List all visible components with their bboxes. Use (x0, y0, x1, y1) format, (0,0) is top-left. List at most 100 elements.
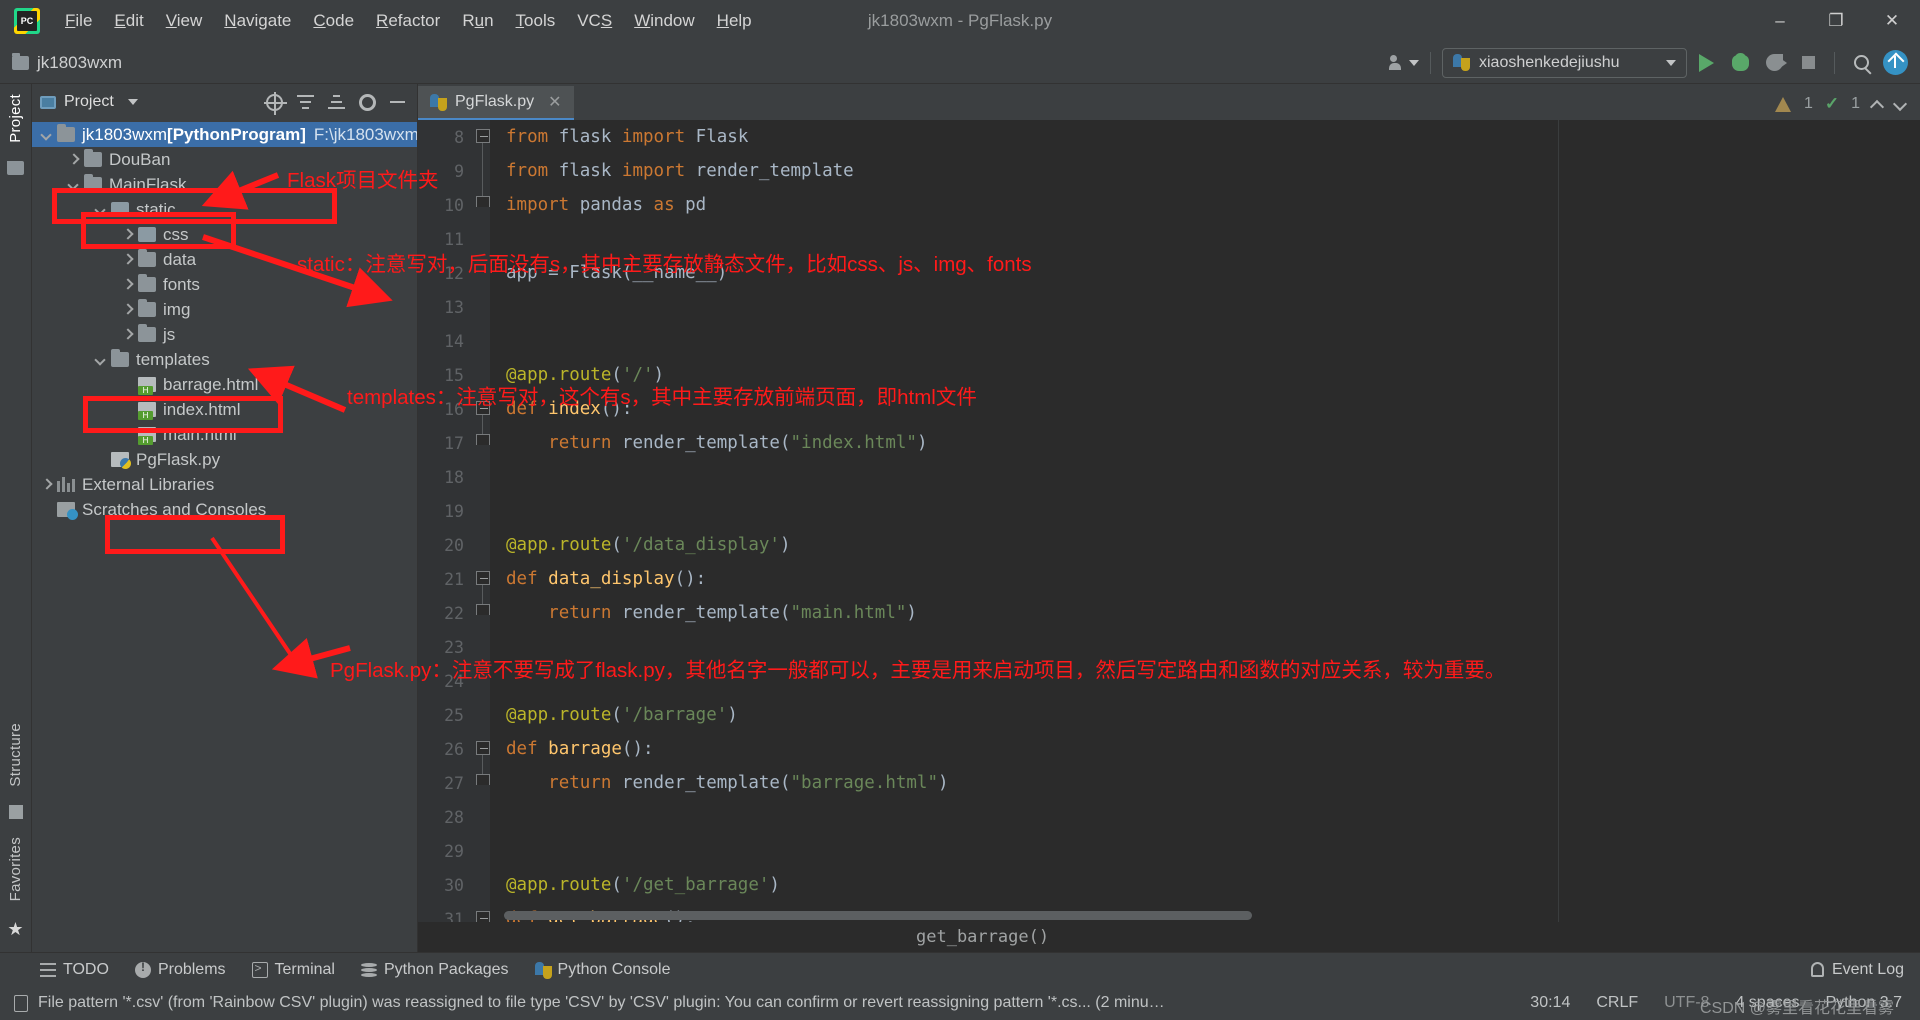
code-line[interactable]: 22 return render_template("main.html") (418, 596, 1920, 630)
code-line[interactable]: 30 @app.route('/get_barrage') (418, 868, 1920, 902)
chevron-right-icon[interactable] (121, 278, 135, 292)
menu-item-refactor[interactable]: Refactor (365, 7, 451, 35)
folder-icon[interactable] (7, 160, 24, 175)
code-line[interactable]: 12 app = Flask(__name__) (418, 256, 1920, 290)
fold-marker[interactable] (470, 426, 496, 460)
tool-window-todo[interactable]: TODO (40, 961, 109, 979)
settings-icon[interactable] (359, 93, 376, 111)
menu-item-vcs[interactable]: VCS (566, 7, 623, 35)
fold-marker[interactable] (470, 154, 496, 188)
run-configuration-selector[interactable]: xiaoshenkedejiushu (1442, 47, 1687, 78)
tree-node-scratches-and-consoles[interactable]: Scratches and Consoles (32, 497, 417, 522)
code-editor[interactable]: 8 from flask import Flask 9 from flask impo… (418, 120, 1920, 922)
horizontal-scrollbar[interactable] (504, 911, 1710, 920)
fold-marker[interactable] (470, 392, 496, 426)
chevron-right-icon[interactable] (121, 303, 135, 317)
code-line[interactable]: 19 (418, 494, 1920, 528)
fold-marker[interactable] (470, 562, 496, 596)
code-line[interactable]: 16 def index(): (418, 392, 1920, 426)
code-line[interactable]: 27 return render_template("barrage.html"… (418, 766, 1920, 800)
code-line[interactable]: 18 (418, 460, 1920, 494)
fold-marker[interactable] (470, 596, 496, 630)
sidebar-item-favorites[interactable]: Favorites (7, 827, 24, 911)
menu-item-tools[interactable]: Tools (505, 7, 567, 35)
fold-marker[interactable] (470, 120, 496, 154)
line-separator[interactable]: CRLF (1596, 994, 1638, 1012)
breadcrumb[interactable]: jk1803wxm (12, 52, 122, 73)
chevron-down-icon[interactable] (40, 128, 54, 142)
code-line[interactable]: 9 from flask import render_template (418, 154, 1920, 188)
tree-node-barrage-html[interactable]: barrage.html (32, 372, 417, 397)
code-line[interactable]: 21 def data_display(): (418, 562, 1920, 596)
menu-item-file[interactable]: File (54, 7, 103, 35)
code-line[interactable]: 14 (418, 324, 1920, 358)
tab-pgflask-py[interactable]: PgFlask.py ✕ (418, 86, 574, 120)
debug-icon[interactable] (1725, 48, 1755, 78)
tree-node-main-html[interactable]: main.html (32, 422, 417, 447)
locate-icon[interactable] (264, 91, 287, 115)
chevron-right-icon[interactable] (121, 228, 135, 242)
tree-node-jk1803wxm[interactable]: jk1803wxm [PythonProgram] F:\jk1803wxm (32, 122, 417, 147)
chevron-up-icon[interactable] (1872, 99, 1883, 110)
hide-icon[interactable] (390, 101, 405, 103)
people-icon[interactable] (1389, 48, 1419, 78)
tree-node-external-libraries[interactable]: External Libraries (32, 472, 417, 497)
maximize-button[interactable]: ❐ (1808, 0, 1864, 42)
tree-node-mainflask[interactable]: MainFlask (32, 172, 417, 197)
menu-item-window[interactable]: Window (623, 7, 705, 35)
close-button[interactable]: ✕ (1864, 0, 1920, 42)
tool-window-terminal[interactable]: Terminal (251, 961, 335, 979)
chevron-right-icon[interactable] (40, 478, 54, 492)
chevron-right-icon[interactable] (121, 253, 135, 267)
expand-all-icon[interactable] (297, 94, 314, 111)
tree-node-js[interactable]: js (32, 322, 417, 347)
tree-node-img[interactable]: img (32, 297, 417, 322)
code-line[interactable]: 23 (418, 630, 1920, 664)
code-line[interactable]: 26 def barrage(): (418, 732, 1920, 766)
menu-item-edit[interactable]: Edit (103, 7, 154, 35)
stop-icon[interactable] (1793, 48, 1823, 78)
fold-marker[interactable] (470, 902, 496, 922)
tree-node-index-html[interactable]: index.html (32, 397, 417, 422)
chevron-right-icon[interactable] (67, 153, 81, 167)
tree-node-templates[interactable]: templates (32, 347, 417, 372)
menu-item-help[interactable]: Help (706, 7, 763, 35)
code-line[interactable]: 24 (418, 664, 1920, 698)
code-line[interactable]: 15 @app.route('/') (418, 358, 1920, 392)
code-line[interactable]: 29 (418, 834, 1920, 868)
project-tree[interactable]: jk1803wxm [PythonProgram] F:\jk1803wxm Dou… (32, 120, 417, 952)
code-line[interactable]: 10 import pandas as pd (418, 188, 1920, 222)
chevron-down-icon[interactable] (127, 99, 138, 105)
code-line[interactable]: 11 (418, 222, 1920, 256)
menu-item-run[interactable]: Run (451, 7, 504, 35)
chevron-down-icon[interactable] (94, 353, 108, 367)
code-line[interactable]: 13 (418, 290, 1920, 324)
sidebar-item-structure[interactable]: Structure (7, 713, 24, 797)
menu-item-view[interactable]: View (155, 7, 214, 35)
chevron-down-icon[interactable] (94, 203, 108, 217)
star-icon[interactable]: ★ (7, 919, 23, 940)
tree-node-fonts[interactable]: fonts (32, 272, 417, 297)
code-line[interactable]: 28 (418, 800, 1920, 834)
update-icon[interactable] (1880, 48, 1910, 78)
tree-node-pgflask-py[interactable]: PgFlask.py (32, 447, 417, 472)
code-line[interactable]: 8 from flask import Flask (418, 120, 1920, 154)
code-line[interactable]: 20 @app.route('/data_display') (418, 528, 1920, 562)
code-line[interactable]: 17 return render_template("index.html") (418, 426, 1920, 460)
search-icon[interactable] (1846, 48, 1876, 78)
coverage-icon[interactable] (1759, 48, 1789, 78)
structure-icon[interactable] (8, 804, 23, 819)
caret-position[interactable]: 30:14 (1530, 994, 1570, 1012)
tool-window-problems[interactable]: Problems (134, 960, 226, 979)
tree-node-css[interactable]: css (32, 222, 417, 247)
collapse-all-icon[interactable] (328, 94, 345, 111)
sidebar-item-project[interactable]: Project (7, 84, 24, 153)
menu-item-code[interactable]: Code (302, 7, 365, 35)
run-icon[interactable] (1691, 48, 1721, 78)
tree-node-data[interactable]: data (32, 247, 417, 272)
tool-window-python-console[interactable]: Python Console (534, 961, 670, 979)
minimize-button[interactable]: – (1752, 0, 1808, 42)
chevron-right-icon[interactable] (121, 328, 135, 342)
code-line[interactable]: 25 @app.route('/barrage') (418, 698, 1920, 732)
chevron-down-icon[interactable] (1895, 99, 1906, 110)
